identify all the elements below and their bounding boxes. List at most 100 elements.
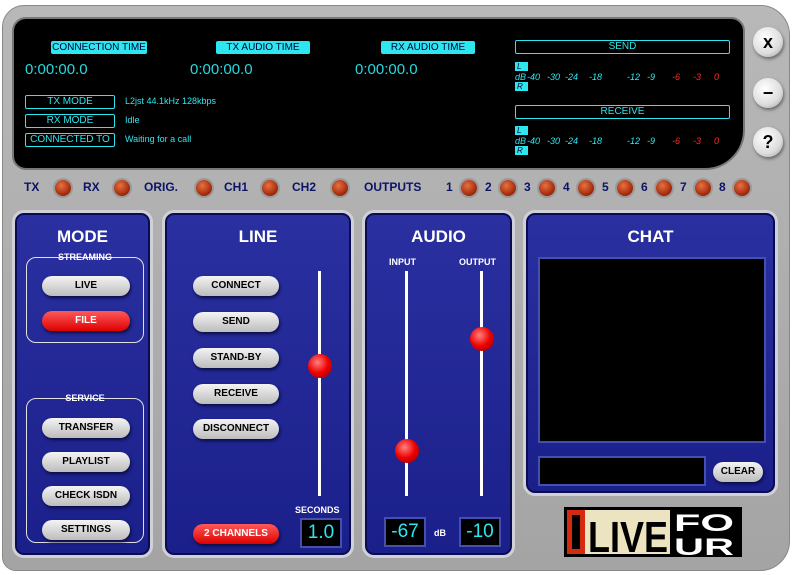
ch2-led [332,180,348,196]
output-label: OUTPUT [459,257,496,267]
receive-scale-tick: -40 [527,136,541,146]
send-scale-tick: -6 [672,72,681,82]
output-4-label: 4 [563,180,570,194]
send-button[interactable]: SEND [193,312,279,332]
check-isdn-button[interactable]: CHECK ISDN [42,486,130,506]
output-7-led [695,180,711,196]
output-5-label: 5 [602,180,609,194]
tx-audio-time-label: TX AUDIO TIME [216,41,310,54]
transfer-button[interactable]: TRANSFER [42,418,130,438]
receive-right-channel-label: R [515,146,528,155]
line-slider-track[interactable] [318,271,321,496]
svg-text:UR: UR [674,534,734,557]
output-1-label: 1 [446,180,453,194]
help-button[interactable]: ? [753,127,783,157]
ch1-indicator-label: CH1 [224,180,249,194]
line-title: LINE [238,227,278,246]
line-slider-knob[interactable] [308,353,332,378]
mode-panel: MODE STREAMING LIVE FILE SERVICE TRANSFE… [12,210,153,558]
output-6-led [656,180,672,196]
receive-scale-tick: 0 [714,136,720,146]
svg-text:LIVE: LIVE [588,513,668,557]
minimize-button[interactable]: − [753,78,783,108]
disconnect-button[interactable]: DISCONNECT [193,419,279,439]
live-four-logo: LIVE FO UR [564,507,742,562]
output-8-label: 8 [719,180,726,194]
tx-indicator-label: TX [24,180,40,194]
seconds-label: SECONDS [295,505,340,515]
rx-indicator-label: RX [83,180,100,194]
status-display: CONNECTION TIME TX AUDIO TIME RX AUDIO T… [12,17,745,170]
output-1-led [461,180,477,196]
input-slider-knob[interactable] [395,439,419,463]
audio-title: AUDIO [411,227,466,246]
rx-mode-value: Idle [125,115,140,125]
ch1-led [262,180,278,196]
connected-to-value: Waiting for a call [125,134,192,144]
receive-button[interactable]: RECEIVE [193,384,279,404]
send-scale-tick: -9 [647,72,656,82]
connected-to-label: CONNECTED TO [25,133,115,147]
chat-panel: CHAT CLEAR [523,210,778,496]
send-scale-tick: -40 [527,72,541,82]
output-2-led [500,180,516,196]
output-2-label: 2 [485,180,492,194]
clear-button[interactable]: CLEAR [713,462,763,482]
send-left-channel-label: L [515,62,528,71]
output-4-led [578,180,594,196]
tx-mode-label: TX MODE [25,95,115,109]
receive-meter-label: RECEIVE [515,105,730,119]
receive-db-label: dB [515,136,527,146]
receive-scale-tick: -24 [565,136,579,146]
output-slider-track[interactable] [480,271,483,496]
output-slider-knob[interactable] [470,326,494,351]
output-db-value: -10 [459,517,501,547]
send-scale-tick: -3 [693,72,702,82]
rx-audio-time: 0:00:00.0 [355,61,418,78]
two-channels-button[interactable]: 2 CHANNELS [193,524,279,544]
settings-button[interactable]: SETTINGS [42,520,130,540]
standby-button[interactable]: STAND-BY [193,348,279,368]
send-scale-tick: -24 [565,72,579,82]
send-db-label: dB [515,72,527,82]
output-5-led [617,180,633,196]
seconds-value: 1.0 [300,518,342,548]
playlist-button[interactable]: PLAYLIST [42,452,130,472]
streaming-label: STREAMING [58,252,112,262]
output-3-led [539,180,555,196]
tx-led [55,180,71,196]
rx-led [114,180,130,196]
receive-scale-tick: -3 [693,136,702,146]
ch2-indicator-label: CH2 [292,180,317,194]
chat-history[interactable] [538,257,766,443]
output-7-label: 7 [680,180,687,194]
rx-mode-label: RX MODE [25,114,115,128]
receive-left-channel-label: L [515,126,528,135]
db-label: dB [434,528,446,538]
send-scale-tick: 0 [714,72,720,82]
live-button[interactable]: LIVE [42,276,130,296]
connection-time: 0:00:00.0 [25,61,88,78]
connection-time-label: CONNECTION TIME [51,41,147,54]
orig-led [196,180,212,196]
output-3-label: 3 [524,180,531,194]
mode-title: MODE [57,227,108,246]
output-6-label: 6 [641,180,648,194]
rx-audio-time-label: RX AUDIO TIME [381,41,475,54]
connect-button[interactable]: CONNECT [193,276,279,296]
svg-text:FO: FO [674,510,734,537]
receive-scale-tick: -12 [627,136,641,146]
chat-input[interactable] [538,456,706,486]
receive-scale-tick: -6 [672,136,681,146]
line-panel: LINE CONNECT SEND STAND-BY RECEIVE DISCO… [162,210,354,558]
chat-title: CHAT [627,227,674,246]
close-button[interactable]: x [753,27,783,57]
send-meter-label: SEND [515,40,730,54]
audio-panel: AUDIO INPUT OUTPUT -67 dB -10 [362,210,515,558]
tx-mode-value: L2jst 44.1kHz 128kbps [125,96,217,106]
send-scale-tick: -30 [547,72,561,82]
receive-scale-tick: -18 [589,136,603,146]
send-scale-tick: -18 [589,72,603,82]
orig-indicator-label: ORIG. [144,180,179,194]
file-button[interactable]: FILE [42,311,130,331]
